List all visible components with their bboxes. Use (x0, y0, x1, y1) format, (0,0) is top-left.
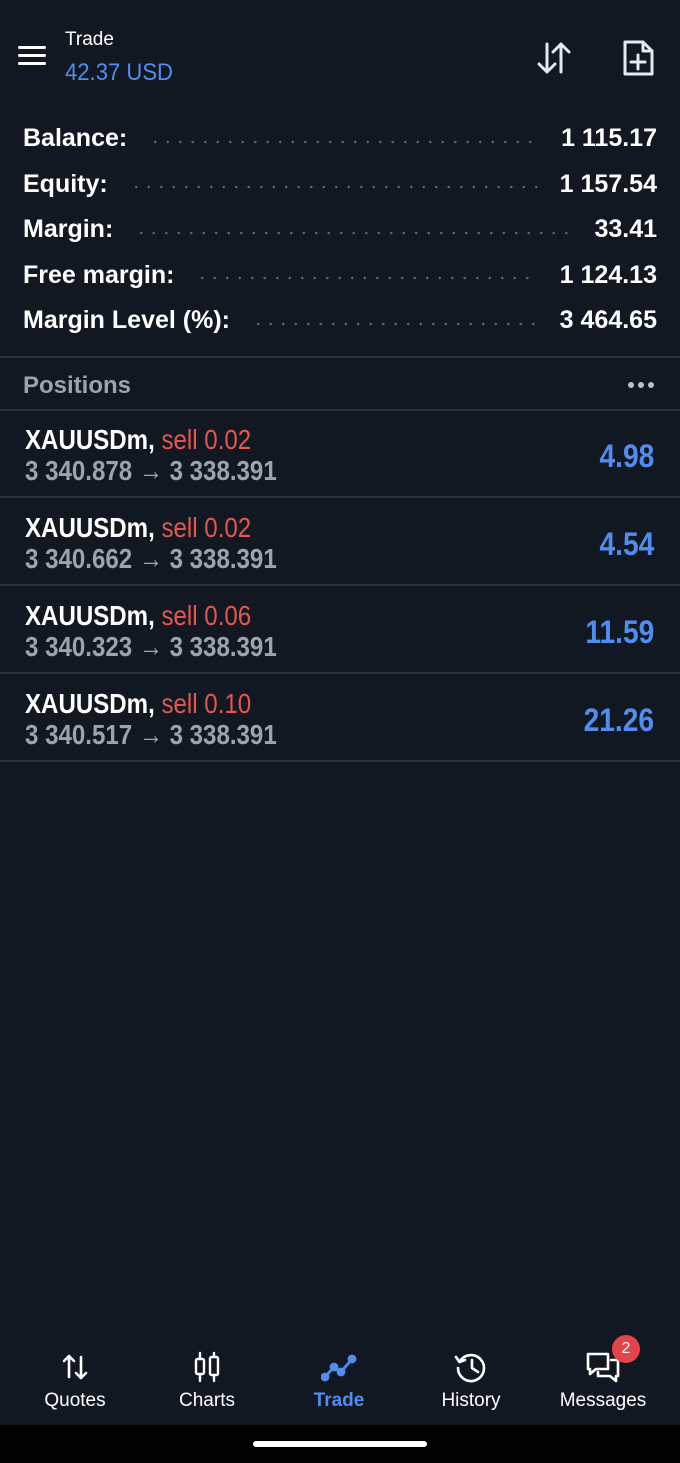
nav-item-charts[interactable]: Charts (139, 1335, 275, 1425)
dotted-leader (129, 185, 538, 190)
nav-label: History (441, 1390, 501, 1411)
summary-value: 1 157.54 (559, 169, 657, 198)
position-title: XAUUSDm, sell 0.10 (25, 688, 251, 720)
summary-label: Balance: (23, 124, 128, 153)
position-prices: 3 340.662 → 3 338.391 (25, 543, 277, 574)
summary-value: 1 124.13 (559, 260, 657, 289)
position-side: sell 0.06 (161, 600, 252, 631)
position-symbol: XAUUSDm, (25, 688, 155, 719)
position-row[interactable]: XAUUSDm, sell 0.06 3 340.323 → 3 338.391… (0, 586, 680, 674)
position-profit: 4.98 (599, 438, 654, 474)
dotted-leader (196, 276, 538, 281)
total-profit: 42.37 USD (65, 59, 174, 86)
nav-item-trade[interactable]: Trade (271, 1335, 407, 1425)
position-side: sell 0.10 (161, 688, 252, 719)
nav-item-messages[interactable]: Messages (535, 1335, 671, 1425)
position-title: XAUUSDm, sell 0.02 (25, 512, 251, 544)
position-symbol: XAUUSDm, (25, 600, 155, 631)
positions-list: XAUUSDm, sell 0.02 3 340.878 → 3 338.391… (0, 410, 680, 762)
positions-header: Positions (0, 358, 680, 410)
summary-row-equity: Equity: 1 157.54 (0, 162, 680, 208)
position-profit: 4.54 (599, 526, 654, 562)
dotted-leader (251, 321, 538, 326)
messages-badge: 2 (612, 1335, 640, 1363)
positions-title: Positions (23, 372, 132, 399)
dotted-leader (149, 139, 540, 144)
quotes-icon (57, 1349, 93, 1385)
dotted-leader (135, 230, 573, 235)
nav-item-quotes[interactable]: Quotes (7, 1335, 143, 1425)
summary-value: 33.41 (594, 215, 657, 244)
position-profit: 21.26 (583, 702, 654, 738)
position-title: XAUUSDm, sell 0.06 (25, 600, 251, 632)
sort-icon[interactable] (532, 36, 576, 80)
summary-label: Margin: (23, 215, 114, 244)
nav-label: Quotes (44, 1390, 106, 1411)
summary-row-margin-level: Margin Level (%): 3 464.65 (0, 298, 680, 344)
trade-icon (320, 1349, 357, 1385)
charts-icon (189, 1349, 225, 1385)
page-title: Trade (65, 29, 114, 50)
position-prices: 3 340.517 → 3 338.391 (25, 719, 277, 750)
nav-item-history[interactable]: History (403, 1335, 539, 1425)
position-symbol: XAUUSDm, (25, 512, 155, 543)
position-profit: 11.59 (585, 614, 654, 650)
summary-row-balance: Balance: 1 115.17 (0, 116, 680, 162)
menu-icon[interactable] (14, 40, 52, 74)
account-summary: Balance: 1 115.17 Equity: 1 157.54 Margi… (0, 116, 680, 344)
position-prices: 3 340.878 → 3 338.391 (25, 455, 277, 486)
top-app-bar: Trade 42.37 USD (0, 0, 680, 110)
more-options-icon[interactable] (624, 374, 660, 398)
summary-label: Equity: (23, 169, 108, 198)
position-prices: 3 340.323 → 3 338.391 (25, 631, 277, 662)
system-navigation-bar (0, 1425, 680, 1463)
nav-label: Messages (559, 1390, 647, 1411)
position-row[interactable]: XAUUSDm, sell 0.02 3 340.878 → 3 338.391… (0, 410, 680, 498)
trade-screen: Trade 42.37 USD Balance: 1 115.17 Equity… (0, 0, 680, 1463)
summary-label: Free margin: (23, 260, 175, 289)
summary-value: 1 115.17 (561, 124, 657, 153)
summary-value: 3 464.65 (559, 306, 657, 335)
history-icon (453, 1349, 489, 1385)
position-side: sell 0.02 (161, 424, 252, 455)
position-symbol: XAUUSDm, (25, 424, 155, 455)
position-title: XAUUSDm, sell 0.02 (25, 424, 251, 456)
position-side: sell 0.02 (161, 512, 252, 543)
summary-label: Margin Level (%): (23, 306, 230, 335)
position-row[interactable]: XAUUSDm, sell 0.02 3 340.662 → 3 338.391… (0, 498, 680, 586)
summary-row-margin: Margin: 33.41 (0, 207, 680, 253)
new-order-icon[interactable] (616, 36, 660, 80)
position-row[interactable]: XAUUSDm, sell 0.10 3 340.517 → 3 338.391… (0, 674, 680, 762)
home-indicator[interactable] (253, 1441, 427, 1447)
nav-label: Trade (313, 1390, 365, 1411)
nav-label: Charts (179, 1390, 235, 1411)
summary-row-free-margin: Free margin: 1 124.13 (0, 253, 680, 299)
bottom-navigation: Quotes Charts Trade History Messages (0, 1335, 680, 1425)
